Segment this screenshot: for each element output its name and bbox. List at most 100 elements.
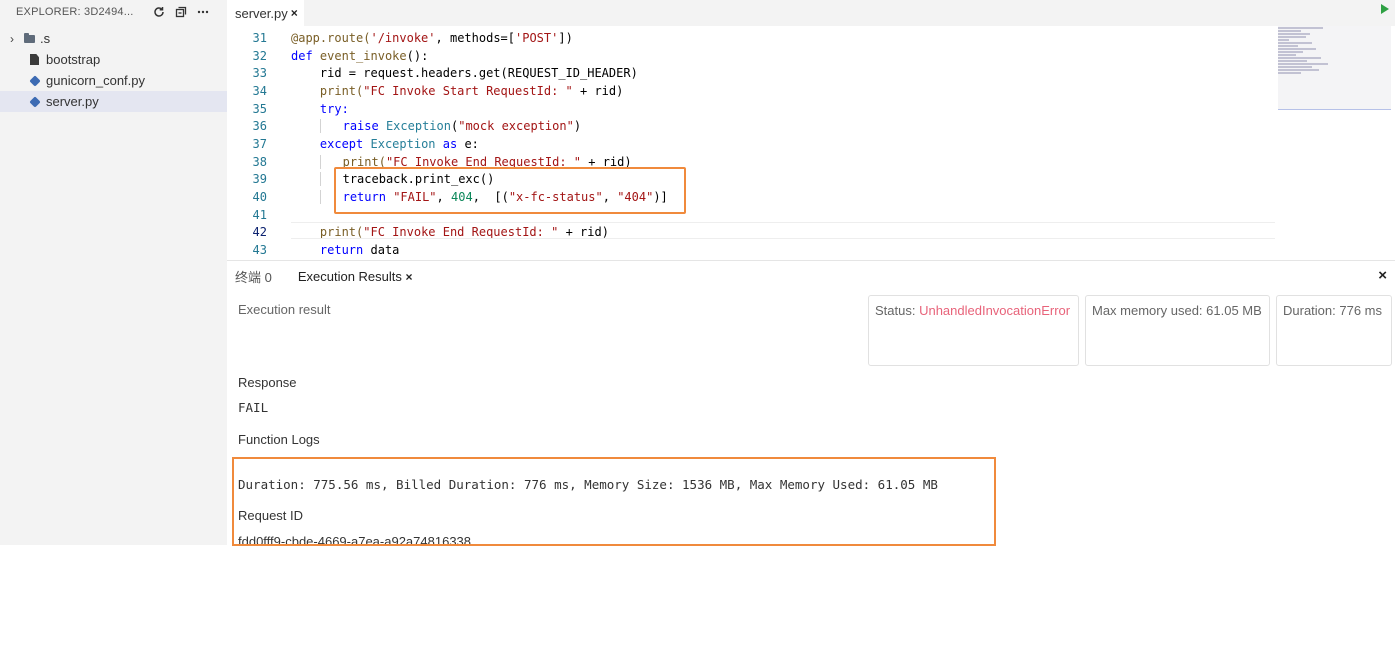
line-number: 41 bbox=[252, 207, 267, 222]
log-line: Duration: 775.56 ms, Billed Duration: 77… bbox=[238, 477, 938, 492]
status-card: Status: UnhandledInvocationError bbox=[868, 295, 1079, 366]
close-panel-icon[interactable]: × bbox=[1378, 267, 1387, 284]
close-icon[interactable]: × bbox=[291, 6, 298, 20]
refresh-icon[interactable] bbox=[148, 6, 170, 18]
code-token: except bbox=[319, 136, 364, 151]
duration-card: Duration: 776 ms bbox=[1276, 295, 1392, 366]
line-number: 32 bbox=[252, 48, 267, 63]
code-text: @app.route('/invoke', methods=['POST']) bbox=[267, 31, 573, 45]
code-token: try: bbox=[319, 101, 349, 116]
explorer-sidebar: EXPLORER: 3D2494... › .s bootstrap gunic… bbox=[0, 0, 227, 545]
function-logs-label: Function Logs bbox=[238, 432, 320, 447]
bottom-panel: 终端 0 Execution Results × × Execution res… bbox=[227, 260, 1395, 546]
tree-item-label: bootstrap bbox=[46, 52, 101, 67]
chevron-right-icon: › bbox=[10, 31, 14, 46]
tab-terminal[interactable]: 终端 0 bbox=[235, 267, 272, 286]
code-token: as bbox=[442, 136, 458, 151]
response-label: Response bbox=[238, 375, 297, 390]
code-token: "mock exception" bbox=[458, 119, 574, 134]
annotation-highlight-box bbox=[232, 457, 996, 546]
code-token: Exception bbox=[370, 136, 436, 151]
python-file-icon bbox=[29, 95, 46, 108]
line-number: 38 bbox=[252, 154, 267, 169]
code-token: event_invoke bbox=[319, 48, 407, 63]
editor-tabbar: server.py × bbox=[227, 0, 1395, 26]
code-line: 36 raise Exception("mock exception") bbox=[227, 117, 1275, 135]
code-token: @app.route( bbox=[291, 30, 371, 45]
close-icon[interactable]: × bbox=[406, 270, 413, 284]
line-number: 43 bbox=[252, 243, 267, 258]
code-line: 32 def event_invoke(): bbox=[227, 47, 1275, 65]
collapse-all-icon[interactable] bbox=[170, 6, 192, 18]
code-token: (): bbox=[406, 48, 429, 63]
minimap-slider[interactable] bbox=[1278, 26, 1391, 110]
code-token: '/invoke' bbox=[370, 30, 436, 45]
request-id-label: Request ID bbox=[238, 508, 304, 523]
code-line: 35 try: bbox=[227, 100, 1275, 118]
editor-area: server.py × 31 @app.route('/invoke', met… bbox=[227, 0, 1395, 260]
code-token: ]) bbox=[558, 30, 573, 45]
code-token: 'POST' bbox=[515, 30, 559, 45]
code-token: raise bbox=[342, 119, 379, 134]
code-token: e: bbox=[464, 136, 479, 151]
code-token: print( bbox=[319, 83, 364, 98]
code-token: ) bbox=[573, 119, 582, 134]
status-value: UnhandledInvocationError bbox=[919, 303, 1071, 318]
tab-label: Execution Results bbox=[297, 269, 402, 284]
code-line: 37 except Exception as e: bbox=[227, 135, 1275, 153]
code-token: rid = request.headers.get(REQUEST_ID_HEA… bbox=[319, 66, 638, 81]
minimap[interactable] bbox=[1278, 26, 1391, 110]
file-tree: › .s bootstrap gunicorn_conf.py server.p… bbox=[0, 28, 227, 112]
code-text: rid = request.headers.get(REQUEST_ID_HEA… bbox=[267, 66, 638, 80]
code-token: data bbox=[370, 243, 400, 258]
code-text: raise Exception("mock exception") bbox=[267, 119, 582, 134]
ide-window: EXPLORER: 3D2494... › .s bootstrap gunic… bbox=[0, 0, 1395, 546]
code-text: print("FC Invoke Start RequestId: " + ri… bbox=[267, 84, 623, 98]
tree-item-bootstrap[interactable]: bootstrap bbox=[0, 49, 227, 70]
code-text: try: bbox=[267, 102, 349, 116]
duration-text: Duration: 776 ms bbox=[1283, 303, 1382, 318]
line-number: 39 bbox=[252, 172, 267, 187]
line-number: 40 bbox=[252, 190, 267, 205]
code-token: Exception bbox=[385, 119, 451, 134]
code-text: return data bbox=[267, 243, 400, 258]
max-memory-text: Max memory used: 61.05 MB bbox=[1092, 303, 1262, 318]
tab-execution-results[interactable]: Execution Results × bbox=[298, 269, 413, 284]
line-number: 35 bbox=[252, 101, 267, 116]
python-file-icon bbox=[29, 74, 46, 87]
code-token: , methods=[ bbox=[435, 30, 515, 45]
explorer-title: EXPLORER: 3D2494... bbox=[16, 6, 134, 18]
annotation-highlight-box bbox=[334, 167, 686, 214]
tree-item-server-py[interactable]: server.py bbox=[0, 91, 227, 112]
tab-server-py[interactable]: server.py × bbox=[227, 0, 304, 26]
code-line: 31 @app.route('/invoke', methods=['POST'… bbox=[227, 29, 1275, 47]
more-actions-icon[interactable] bbox=[192, 10, 214, 14]
explorer-header: EXPLORER: 3D2494... bbox=[0, 0, 227, 24]
tab-label: server.py bbox=[235, 5, 288, 21]
line-number: 33 bbox=[252, 66, 267, 81]
folder-icon bbox=[24, 32, 40, 43]
run-icon[interactable] bbox=[1381, 4, 1389, 14]
panel-tabbar: 终端 0 Execution Results × × bbox=[227, 261, 1395, 292]
file-icon bbox=[30, 54, 46, 65]
current-line-highlight bbox=[291, 222, 1275, 239]
line-number: 31 bbox=[252, 30, 267, 45]
code-line: 34 print("FC Invoke Start RequestId: " +… bbox=[227, 82, 1275, 100]
line-number: 34 bbox=[252, 83, 267, 98]
line-number: 36 bbox=[252, 119, 267, 134]
tree-item-label: server.py bbox=[46, 94, 99, 109]
code-token: return bbox=[319, 243, 364, 258]
line-number: 37 bbox=[252, 136, 267, 151]
status-label: Status: bbox=[875, 303, 920, 318]
tree-item-gunicorn-conf[interactable]: gunicorn_conf.py bbox=[0, 70, 227, 91]
code-line: 33 rid = request.headers.get(REQUEST_ID_… bbox=[227, 64, 1275, 82]
response-value: FAIL bbox=[238, 400, 269, 415]
code-text: def event_invoke(): bbox=[267, 49, 428, 63]
code-token: def bbox=[291, 48, 313, 63]
code-editor[interactable]: 31 @app.route('/invoke', methods=['POST'… bbox=[227, 26, 1275, 260]
code-text: except Exception as e: bbox=[267, 137, 479, 151]
tree-item-label: gunicorn_conf.py bbox=[46, 73, 146, 88]
memory-card: Max memory used: 61.05 MB bbox=[1085, 295, 1270, 366]
code-token: "FC Invoke Start RequestId: " bbox=[363, 83, 573, 98]
tree-item-folder-s[interactable]: › .s bbox=[0, 28, 227, 49]
